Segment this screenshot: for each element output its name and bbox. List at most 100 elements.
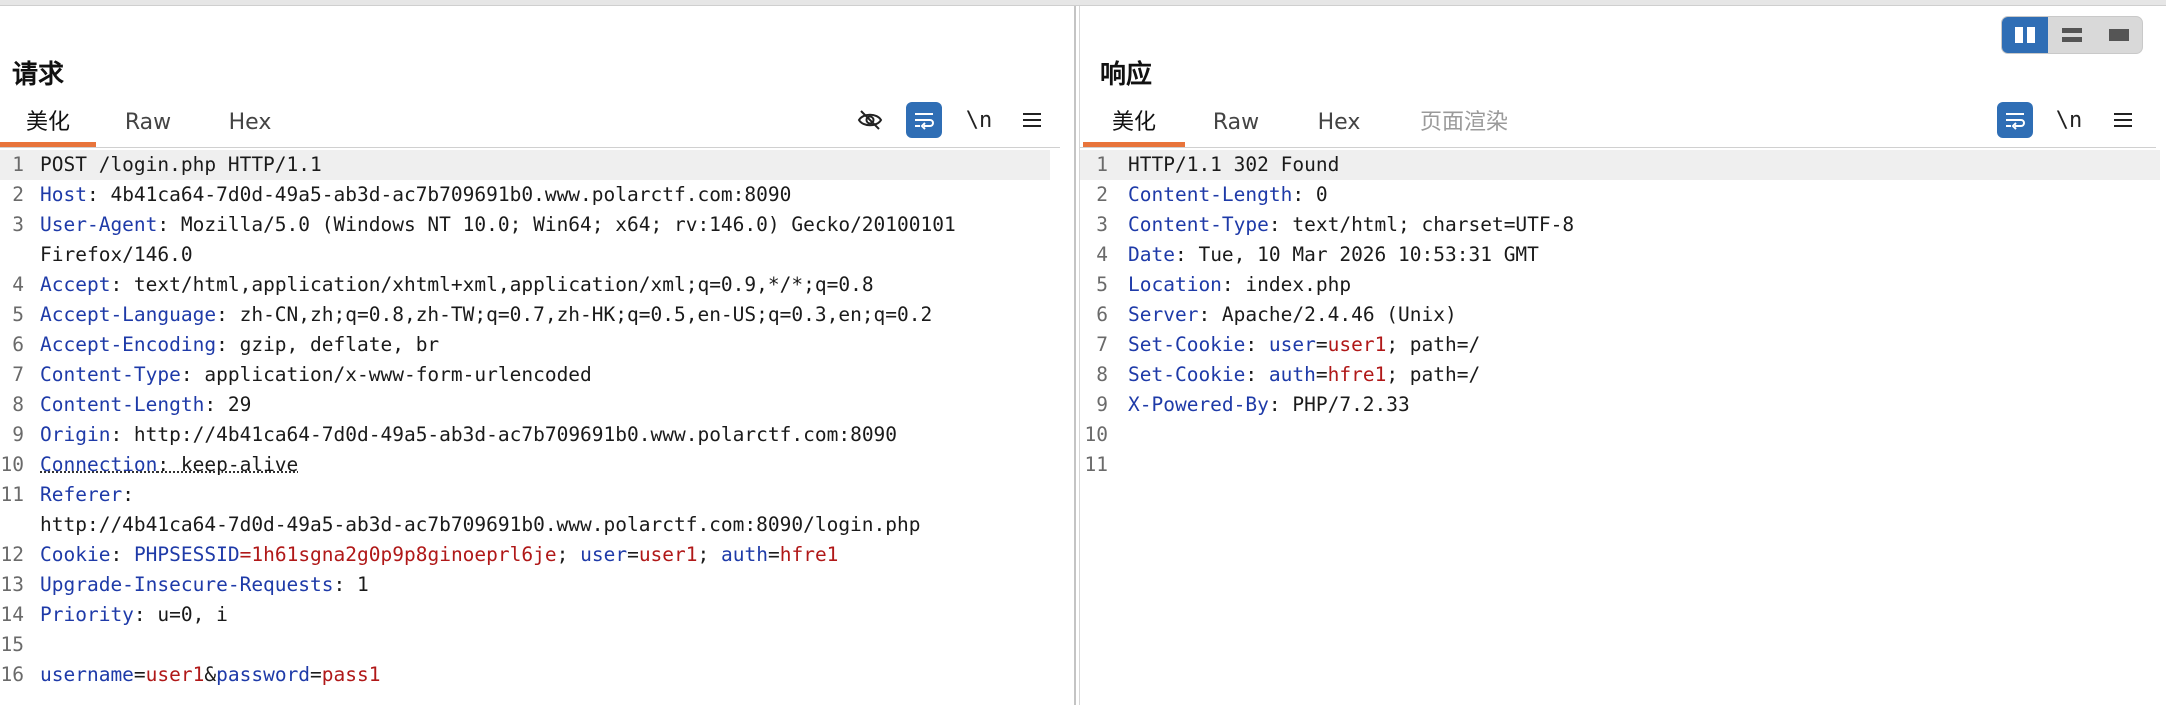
token-name: Accept-Encoding [40,333,217,356]
line-text: User-Agent: Mozilla/5.0 (Windows NT 10.0… [40,210,956,240]
token-name: Content-Length [40,393,205,416]
code-line[interactable]: 9 Origin: http://4b41ca64-7d0d-49a5-ab3d-… [0,420,1050,450]
code-line[interactable]: 5 Accept-Language: zh-CN,zh;q=0.8,zh-TW;q… [0,300,1050,330]
token-name: X-Powered-By [1128,393,1269,416]
response-newline-toggle[interactable]: \n [2051,102,2087,138]
line-text: Set-Cookie: auth=hfre1; path=/ [1128,360,1480,390]
code-line[interactable]: 12 Cookie: PHPSESSID=1h61sgna2g0p9p8ginoe… [0,540,1050,570]
token-text: : index.php [1221,273,1352,296]
token-name: Content-Length [1128,183,1293,206]
request-tab-raw[interactable]: Raw [112,101,184,145]
request-title: 请求 [12,60,65,90]
response-tabs-divider [1080,147,2156,148]
code-line[interactable]: 3 User-Agent: Mozilla/5.0 (Windows NT 10.… [0,210,1050,240]
token-name: Origin [40,423,111,446]
code-line[interactable]: 4 Date: Tue, 10 Mar 2026 10:53:31 GMT [1080,240,2160,270]
token-text: : Tue, 10 Mar 2026 10:53:31 GMT [1174,243,1539,266]
code-line[interactable]: 16 username=user1&password=pass1 [0,660,1050,690]
request-tab-hex[interactable]: Hex [214,101,286,145]
response-editor[interactable]: 1 HTTP/1.1 302 Found 2 Content-Length: 0 3 Co… [1080,150,2160,480]
code-line[interactable]: 2 Host: 4b41ca64-7d0d-49a5-ab3d-ac7b70969… [0,180,1050,210]
code-line[interactable]: 3 Content-Type: text/html; charset=UTF-8 [1080,210,2160,240]
token-name: PHPSESSID [133,543,240,566]
request-wrap-lines-button[interactable] [906,102,942,138]
token-name: username [40,663,134,686]
response-tab-render[interactable]: 页面渲染 [1414,101,1514,145]
line-text: Content-Type: text/html; charset=UTF-8 [1128,210,1574,240]
line-number: 10 [1084,423,1108,446]
request-newline-toggle[interactable]: \n [961,102,997,138]
line-text: Content-Type: application/x-www-form-url… [40,360,592,390]
token-text: : keep-alive [157,453,299,476]
token-name: user [1268,333,1316,356]
token-text: : 0 [1292,183,1328,206]
token-name: Host [40,183,87,206]
code-line[interactable]: 6 Accept-Encoding: gzip, deflate, br [0,330,1050,360]
code-line[interactable]: 7 Content-Type: application/x-www-form-ur… [0,360,1050,390]
token-name: user [580,543,628,566]
request-editor[interactable]: 1 POST /login.php HTTP/1.1 2 Host: 4b41ca64… [0,150,1050,690]
code-line[interactable]: 1 POST /login.php HTTP/1.1 [0,150,1050,180]
token-name: Server [1128,303,1199,326]
response-tab-raw[interactable]: Raw [1200,101,1272,145]
line-text: Priority: u=0, i [40,600,228,630]
code-line[interactable]: 11 Referer: [0,480,1050,510]
response-menu-button[interactable] [2105,102,2141,138]
token-name: Accept-Language [40,303,217,326]
code-line[interactable]: 11 [1080,450,2160,480]
code-line[interactable]: 7 Set-Cookie: user=user1; path=/ [1080,330,2160,360]
token-text: : application/x-www-form-urlencoded [180,363,592,386]
token-text: ; path=/ [1386,363,1481,386]
code-line[interactable]: 1 HTTP/1.1 302 Found [1080,150,2160,180]
line-number: 4 [1096,243,1108,266]
line-number: 16 [0,663,24,686]
token-text: : 1 [333,573,369,596]
token-name: Accept [40,273,111,296]
token-text: = [767,543,780,566]
token-name: Set-Cookie [1128,363,1246,386]
line-text: username=user1&password=pass1 [40,660,381,690]
token-name: Referer [40,483,123,506]
hide-nonprintable-button[interactable] [852,102,888,138]
line-number: 1 [1096,153,1108,176]
wrap-lines-icon [915,113,934,130]
code-line[interactable]: 8 Set-Cookie: auth=hfre1; path=/ [1080,360,2160,390]
code-line[interactable]: 10 [1080,420,2160,450]
token-value: user1 [1327,333,1387,356]
token-name: Upgrade-Insecure-Requests [40,573,334,596]
code-line[interactable]: 2 Content-Length: 0 [1080,180,2160,210]
line-number: 5 [12,303,24,326]
token-text: : [1245,363,1269,386]
code-line[interactable]: 15 [0,630,1050,660]
code-line[interactable]: 10 Connection: keep-alive [0,450,1050,480]
request-menu-button[interactable] [1014,102,1050,138]
line-number: 9 [12,423,24,446]
code-line[interactable]: 9 X-Powered-By: PHP/7.2.33 [1080,390,2160,420]
code-line[interactable]: 6 Server: Apache/2.4.46 (Unix) [1080,300,2160,330]
code-line[interactable]: 13 Upgrade-Insecure-Requests: 1 [0,570,1050,600]
request-tab-pretty[interactable]: 美化 [0,101,96,147]
code-line[interactable]: 5 Location: index.php [1080,270,2160,300]
token-text: Firefox/146.0 [40,243,193,266]
token-text: : text/html; charset=UTF-8 [1268,213,1575,236]
response-wrap-lines-button[interactable] [1997,102,2033,138]
line-text: Accept: text/html,application/xhtml+xml,… [40,270,874,300]
token-value: hfre1 [779,543,839,566]
token-value: hfre1 [1327,363,1387,386]
code-line[interactable]: Firefox/146.0 [0,240,1050,270]
code-line[interactable]: 14 Priority: u=0, i [0,600,1050,630]
line-text: Accept-Encoding: gzip, deflate, br [40,330,439,360]
token-name: Location [1128,273,1222,296]
token-text: POST /login.php HTTP/1.1 [40,153,322,176]
response-tab-pretty[interactable]: 美化 [1083,101,1185,147]
line-number: 11 [1084,453,1108,476]
code-line[interactable]: 4 Accept: text/html,application/xhtml+xml… [0,270,1050,300]
line-text: POST /login.php HTTP/1.1 [40,150,322,180]
response-tab-hex[interactable]: Hex [1303,101,1375,145]
token-text: & [204,663,217,686]
token-text: : http://4b41ca64-7d0d-49a5-ab3d-ac7b709… [110,423,898,446]
code-line[interactable]: http://4b41ca64-7d0d-49a5-ab3d-ac7b70969… [0,510,1050,540]
token-text: : [122,483,134,506]
code-line[interactable]: 8 Content-Length: 29 [0,390,1050,420]
token-text: : u=0, i [133,603,228,626]
